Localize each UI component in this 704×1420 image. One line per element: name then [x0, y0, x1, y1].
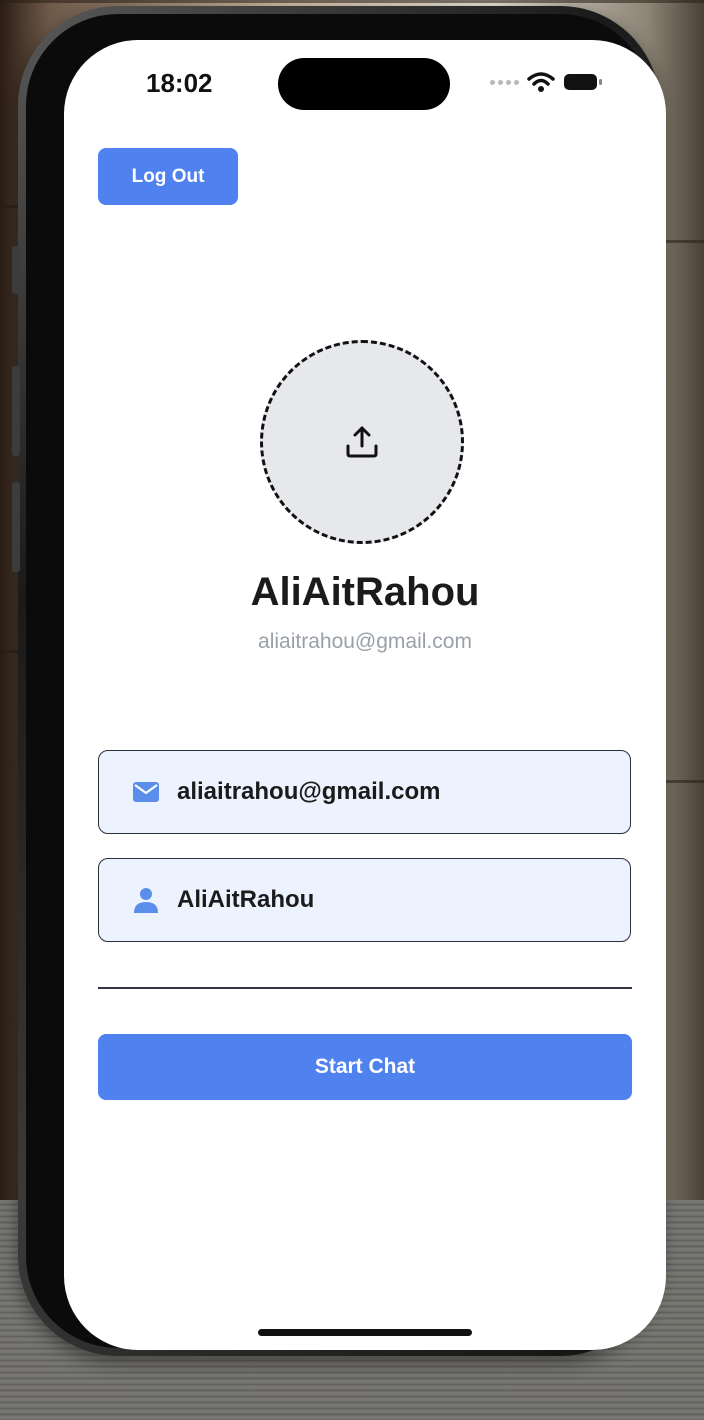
- status-icons: [490, 70, 603, 94]
- background-beam: [0, 0, 704, 3]
- signal-dots-icon: [490, 79, 519, 85]
- background-beam: [662, 780, 704, 783]
- upload-icon: [346, 426, 378, 458]
- dynamic-island: [278, 58, 450, 110]
- status-time: 18:02: [146, 68, 213, 98]
- app-screen: 18:02 Log Out AliAitRahou aliaitrahou@gm…: [64, 40, 666, 1350]
- name-field-value: AliAitRahou: [177, 886, 315, 913]
- phone-frame: 18:02 Log Out AliAitRahou aliaitrahou@gm…: [12, 6, 666, 1356]
- email-field-value: aliaitrahou@gmail.com: [177, 778, 441, 805]
- volume-down-button: [12, 482, 20, 572]
- volume-up-button: [12, 366, 20, 456]
- action-button: [12, 246, 20, 294]
- home-indicator[interactable]: [258, 1329, 472, 1336]
- divider: [98, 987, 632, 989]
- profile-name: AliAitRahou: [250, 570, 480, 614]
- avatar-upload[interactable]: [260, 340, 464, 544]
- person-icon: [133, 887, 159, 913]
- mail-icon: [133, 779, 159, 805]
- logout-button[interactable]: Log Out: [98, 148, 238, 205]
- battery-icon: [564, 74, 602, 90]
- phone-bezel: 18:02 Log Out AliAitRahou aliaitrahou@gm…: [26, 14, 666, 1350]
- email-field[interactable]: aliaitrahou@gmail.com: [98, 750, 631, 834]
- profile-email: aliaitrahou@gmail.com: [258, 630, 472, 653]
- wifi-icon: [527, 72, 555, 92]
- start-chat-button[interactable]: Start Chat: [98, 1034, 632, 1100]
- background-beam: [662, 240, 704, 243]
- name-field[interactable]: AliAitRahou: [98, 858, 631, 942]
